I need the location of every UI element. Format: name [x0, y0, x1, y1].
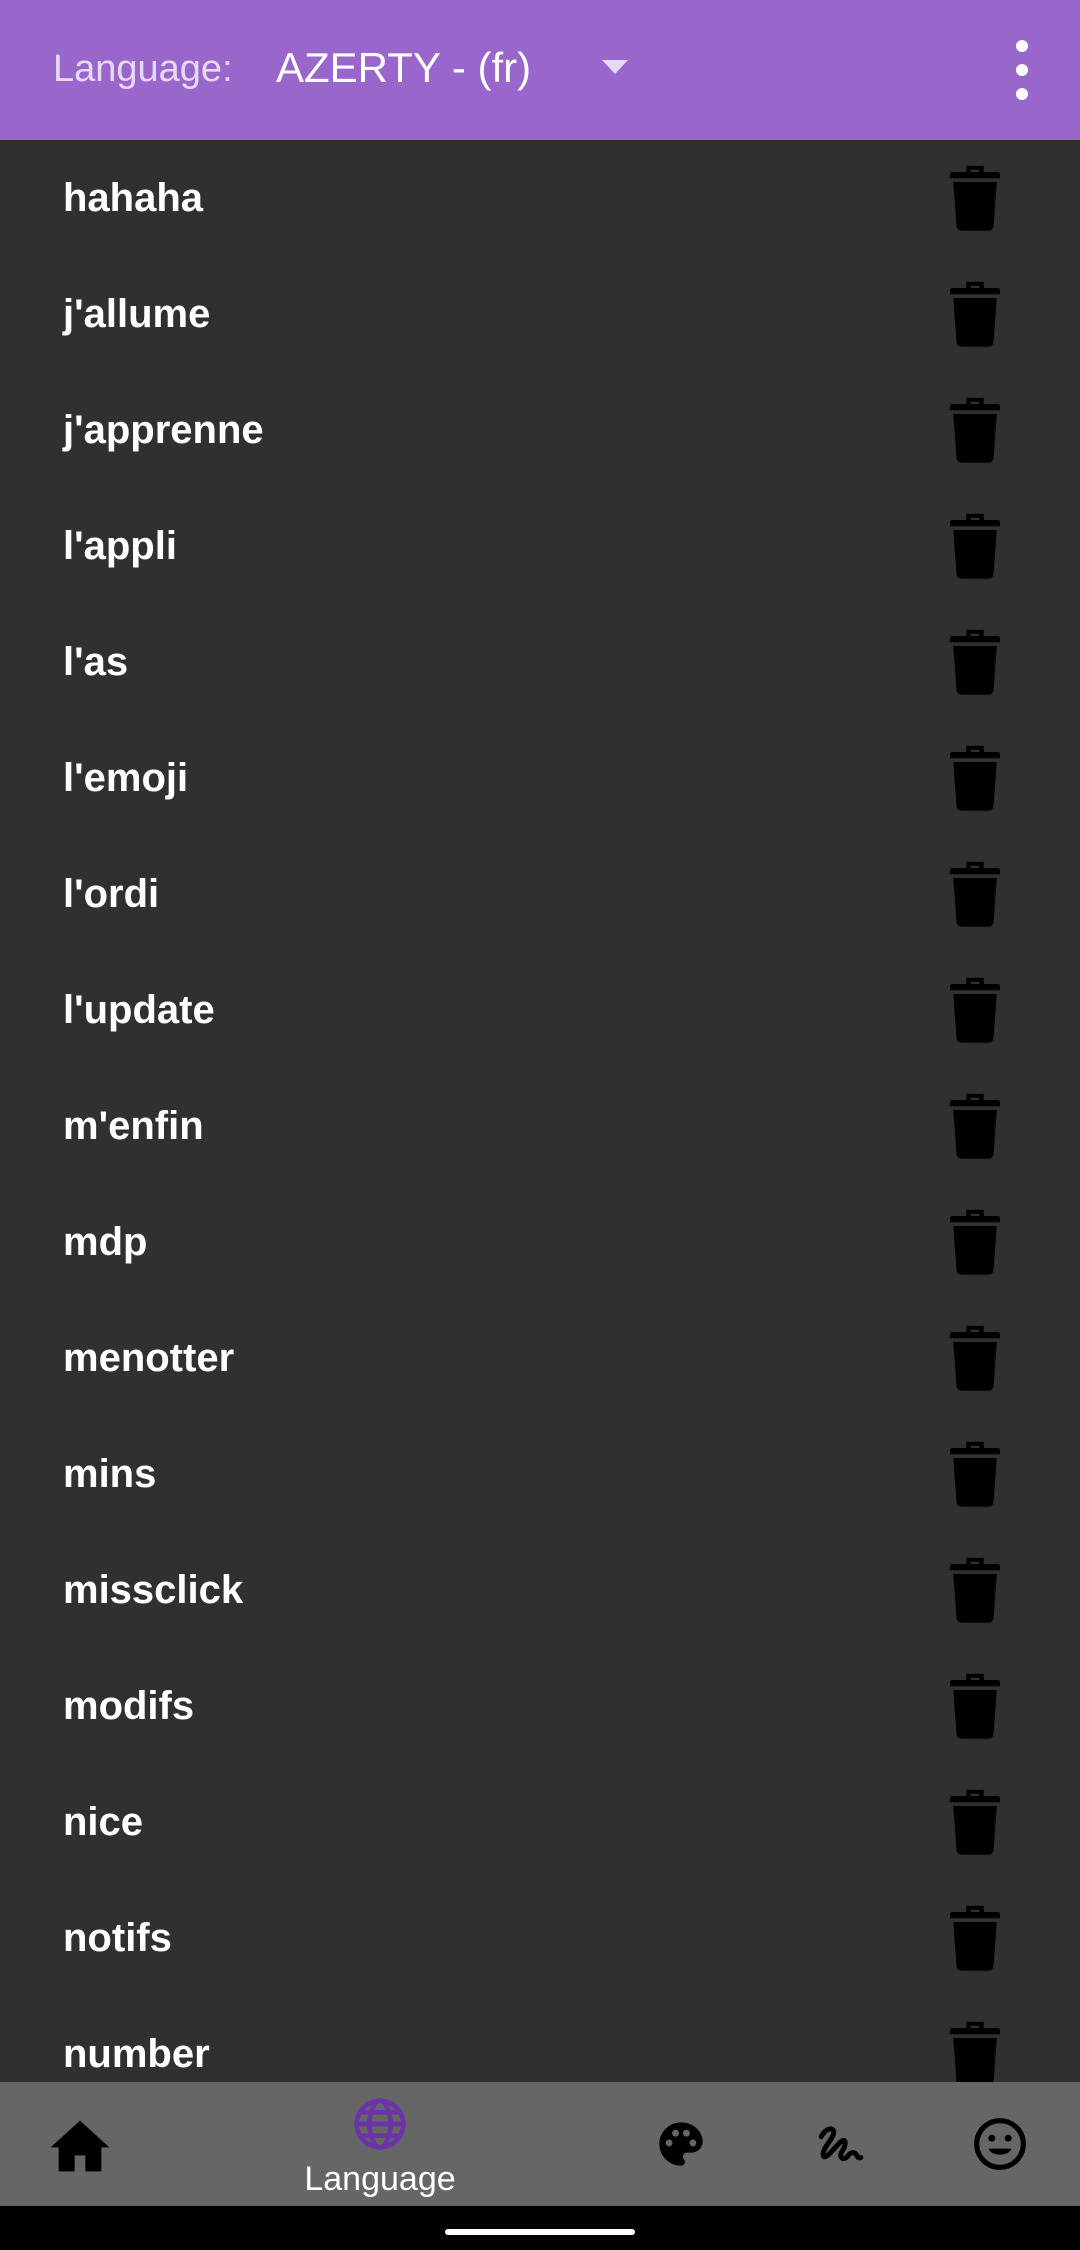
word-text: mins	[63, 1452, 157, 1496]
word-list-item[interactable]: mdp	[0, 1184, 1080, 1300]
word-list-item[interactable]: m'enfin	[0, 1068, 1080, 1184]
word-list-item[interactable]: mins	[0, 1416, 1080, 1532]
word-text: l'as	[63, 640, 129, 684]
word-text: j'allume	[63, 292, 211, 336]
word-text: notifs	[63, 1916, 172, 1960]
delete-icon[interactable]	[950, 975, 1000, 1043]
delete-icon[interactable]	[950, 395, 1000, 463]
delete-icon[interactable]	[950, 1091, 1000, 1159]
word-text: nice	[63, 1800, 144, 1844]
word-text: mdp	[63, 1220, 148, 1264]
word-list-item[interactable]: j'apprenne	[0, 372, 1080, 488]
nav-language-label: Language	[304, 2160, 456, 2198]
word-list-item[interactable]: l'emoji	[0, 720, 1080, 836]
delete-icon[interactable]	[950, 279, 1000, 347]
top-app-bar: Language: AZERTY - (fr)	[0, 0, 1080, 140]
word-text: hahaha	[63, 176, 204, 220]
word-list-item[interactable]: l'as	[0, 604, 1080, 720]
word-list-item[interactable]: j'allume	[0, 256, 1080, 372]
dropdown-arrow-icon	[602, 60, 628, 74]
delete-icon[interactable]	[950, 1555, 1000, 1623]
nav-theme[interactable]	[640, 2082, 720, 2206]
word-text: l'appli	[63, 524, 177, 568]
delete-icon[interactable]	[950, 163, 1000, 231]
more-dot-icon	[1016, 64, 1028, 76]
nav-gesture[interactable]	[800, 2082, 880, 2206]
word-list-item[interactable]: menotter	[0, 1300, 1080, 1416]
word-text: menotter	[63, 1336, 235, 1380]
word-text: l'ordi	[63, 872, 160, 916]
language-selected-value: AZERTY - (fr)	[276, 44, 532, 91]
delete-icon[interactable]	[950, 2019, 1000, 2082]
delete-icon[interactable]	[950, 859, 1000, 927]
gesture-icon	[818, 2126, 864, 2161]
bottom-navigation: Language	[0, 2082, 1080, 2206]
delete-icon[interactable]	[950, 1323, 1000, 1391]
word-text: number	[63, 2032, 210, 2076]
language-label: Language:	[53, 48, 233, 90]
nav-home[interactable]	[30, 2082, 130, 2206]
word-text: modifs	[63, 1684, 195, 1728]
delete-icon[interactable]	[950, 627, 1000, 695]
word-text: l'emoji	[63, 756, 189, 800]
more-dot-icon	[1016, 88, 1028, 100]
word-list-item[interactable]: l'ordi	[0, 836, 1080, 952]
word-text: missclick	[63, 1568, 244, 1612]
nav-emoji[interactable]	[960, 2082, 1040, 2206]
word-list-item[interactable]: number	[0, 1996, 1080, 2082]
word-list-item[interactable]: l'appli	[0, 488, 1080, 604]
delete-icon[interactable]	[950, 1787, 1000, 1855]
emoji-icon	[974, 2118, 1026, 2170]
custom-words-list[interactable]: hahaha j'allume j'apprenne l'appli l'as l'emo…	[0, 140, 1080, 2082]
word-list-item[interactable]: notifs	[0, 1880, 1080, 1996]
more-options-button[interactable]	[1000, 40, 1044, 100]
language-dropdown[interactable]: AZERTY - (fr)	[276, 36, 636, 100]
word-list-item[interactable]: missclick	[0, 1532, 1080, 1648]
home-icon	[50, 2120, 110, 2172]
word-text: m'enfin	[63, 1104, 204, 1148]
more-dot-icon	[1016, 40, 1028, 52]
word-list-item[interactable]: nice	[0, 1764, 1080, 1880]
palette-icon	[659, 2122, 703, 2166]
delete-icon[interactable]	[950, 511, 1000, 579]
word-list-item[interactable]: hahaha	[0, 140, 1080, 256]
system-gesture-area	[0, 2206, 1080, 2250]
word-text: l'update	[63, 988, 215, 1032]
home-gesture-handle[interactable]	[445, 2229, 635, 2235]
delete-icon[interactable]	[950, 1903, 1000, 1971]
delete-icon[interactable]	[950, 1671, 1000, 1739]
nav-language[interactable]: Language	[280, 2082, 480, 2206]
delete-icon[interactable]	[950, 1439, 1000, 1507]
word-text: j'apprenne	[63, 408, 264, 452]
delete-icon[interactable]	[950, 743, 1000, 811]
word-list-item[interactable]: modifs	[0, 1648, 1080, 1764]
word-list-item[interactable]: l'update	[0, 952, 1080, 1068]
globe-icon	[354, 2098, 406, 2150]
delete-icon[interactable]	[950, 1207, 1000, 1275]
